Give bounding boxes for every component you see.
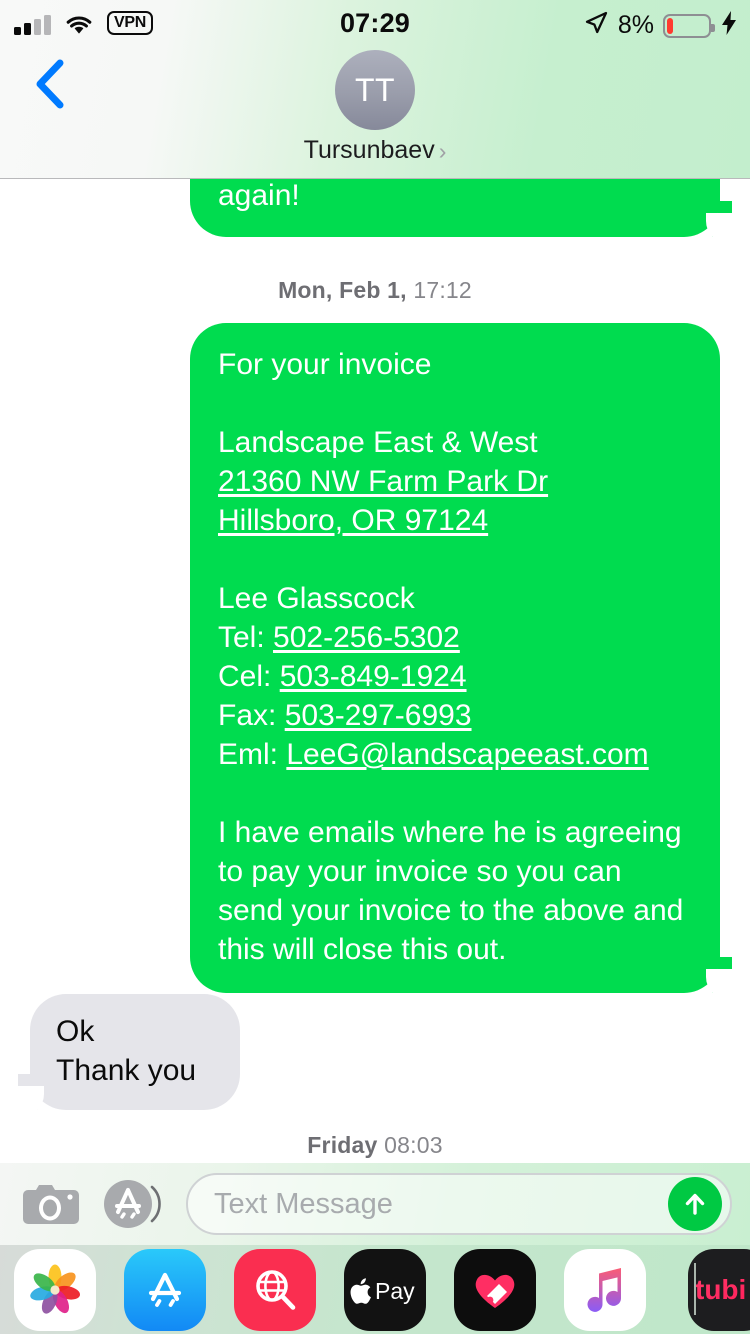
message-bubble-incoming[interactable]: Ok Thank you (18, 994, 240, 1110)
message-line-company: Landscape East & West (218, 426, 538, 459)
contact-header-button[interactable]: TT Tursunbaev › (0, 50, 750, 165)
app-store-app-icon[interactable] (124, 1248, 206, 1331)
nav-bar: TT Tursunbaev › (0, 46, 750, 179)
bubble-tail-icon (698, 957, 732, 993)
imessage-app-drawer[interactable]: Pay tubi (0, 1245, 750, 1334)
contact-name: Tursunbaev (303, 136, 435, 164)
cel-phone-link[interactable]: 503-849-1924 (280, 660, 467, 693)
app-store-icon (104, 1180, 161, 1228)
fax-phone-link[interactable]: 503-297-6993 (285, 699, 472, 732)
message-text: again! (218, 179, 300, 212)
timestamp-time: 08:03 (384, 1132, 443, 1158)
avatar: TT (335, 50, 415, 130)
timestamp-separator: Friday 08:03 (0, 1132, 750, 1159)
message-bubble-outgoing[interactable]: For your invoice Landscape East & West 2… (190, 323, 732, 993)
contact-name-row: Tursunbaev › (0, 136, 750, 165)
location-arrow-icon (583, 10, 609, 41)
cel-label: Cel: (218, 660, 272, 693)
message-line-intro: For your invoice (218, 348, 432, 381)
app-store-button[interactable] (98, 1173, 164, 1235)
camera-icon (23, 1185, 79, 1224)
address-link-line1[interactable]: 21360 NW Farm Park Dr (218, 462, 692, 501)
battery-percent-label: 8% (617, 11, 654, 39)
eml-label: Eml: (218, 738, 278, 771)
message-line-closing: I have emails where he is agreeing to pa… (218, 816, 684, 966)
text-message-placeholder: Text Message (214, 1187, 393, 1220)
svg-text:Pay: Pay (375, 1278, 415, 1304)
avatar-initials: TT (354, 71, 396, 108)
status-bar: VPN 07:29 8% (0, 0, 750, 46)
timestamp-time: 17:12 (413, 277, 472, 303)
text-message-field[interactable]: Text Message (186, 1173, 732, 1235)
tel-label: Tel: (218, 621, 265, 654)
tel-phone-link[interactable]: 502-256-5302 (273, 621, 460, 654)
chevron-right-icon: › (438, 137, 447, 164)
drawer-divider (694, 1263, 696, 1315)
address-link-line2[interactable]: Hillsboro, OR 97124 (218, 501, 692, 540)
charging-bolt-icon (720, 10, 738, 41)
images-search-app-icon[interactable] (234, 1248, 316, 1331)
message-line-contact-person: Lee Glasscock (218, 582, 415, 615)
message-bubble-outgoing[interactable]: placeholder again! (190, 179, 732, 237)
camera-button[interactable] (18, 1176, 84, 1232)
message-line-2: Thank you (56, 1054, 197, 1087)
navigation-header: VPN 07:29 8% TT Tursunbaev › (0, 0, 750, 179)
message-input-bar: Text Message (0, 1163, 750, 1245)
message-row-incoming: Ok Thank you (18, 994, 240, 1110)
bubble-tail-icon (698, 201, 732, 237)
tubi-app-icon[interactable]: tubi (688, 1248, 750, 1331)
arrow-up-icon (685, 1193, 705, 1215)
apple-pay-app-icon[interactable]: Pay (344, 1248, 426, 1331)
email-link[interactable]: LeeG@landscapeeast.com (286, 738, 648, 771)
fax-label: Fax: (218, 699, 277, 732)
send-button[interactable] (668, 1177, 722, 1231)
status-bar-right: 8% (583, 10, 738, 41)
bubble-tail-icon (18, 1074, 52, 1110)
message-row-outgoing: placeholder again! (190, 179, 732, 237)
svg-text:tubi: tubi (695, 1274, 746, 1305)
music-app-icon[interactable] (564, 1248, 646, 1331)
message-line-1: Ok (56, 1015, 95, 1048)
digital-touch-app-icon[interactable] (454, 1248, 536, 1331)
battery-icon (663, 13, 715, 38)
timestamp-day: Friday (307, 1132, 378, 1158)
message-row-outgoing: For your invoice Landscape East & West 2… (190, 323, 732, 993)
timestamp-separator: Mon, Feb 1, 17:12 (0, 277, 750, 304)
message-list[interactable]: placeholder again! Mon, Feb 1, 17:12 For… (0, 179, 750, 1163)
timestamp-day: Mon, Feb 1, (278, 277, 407, 303)
photos-app-icon[interactable] (14, 1248, 96, 1331)
